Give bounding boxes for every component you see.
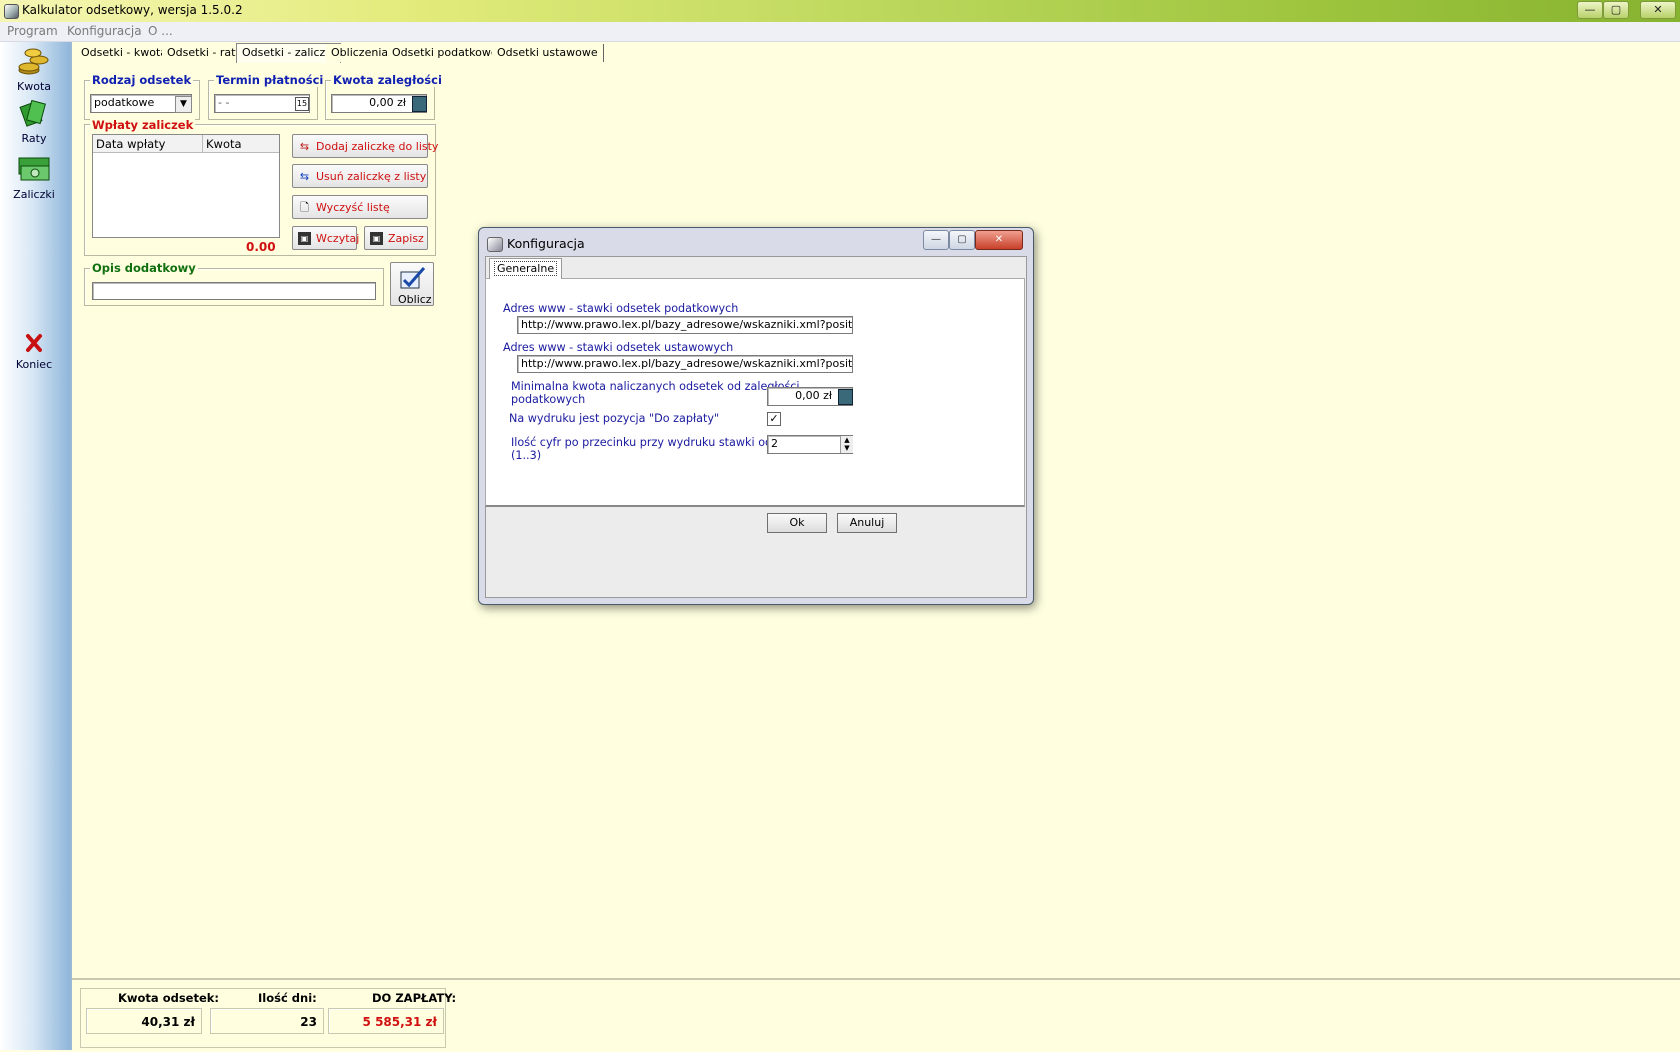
kwota-odsetek-value: 40,31 zł — [86, 1008, 202, 1034]
clear-list-button[interactable]: 🗋 Wyczyść listę — [292, 195, 428, 219]
remove-zaliczka-button[interactable]: ⇆ Usuń zaliczkę z listy — [292, 164, 428, 188]
dialog-icon — [487, 237, 503, 252]
oblicz-label: Oblicz — [398, 293, 432, 306]
tab-odsetki-zaliczki[interactable]: Odsetki - zaliczki — [236, 43, 341, 64]
ilosc-dni-label: Ilość dni: — [258, 991, 317, 1005]
app-icon — [4, 4, 19, 19]
tab-obliczenia[interactable]: Obliczenia — [326, 44, 395, 62]
ustawowe-url-label: Adres www - stawki odsetek ustawowych — [503, 341, 734, 354]
status-bar: Kwota odsetek: Ilość dni: DO ZAPŁATY: 40… — [72, 978, 1680, 1052]
tab-generalne-label: Generalne — [494, 261, 558, 276]
tool-label: Koniec — [15, 358, 53, 371]
close-x-icon — [26, 334, 42, 352]
min-kwota-label: Minimalna kwota naliczanych odsetek od z… — [511, 380, 800, 393]
tool-zaliczki[interactable]: Zaliczki — [6, 154, 62, 201]
remove-zaliczka-label: Usuń zaliczkę z listy — [316, 170, 427, 183]
ilosc-dni-value: 23 — [210, 1008, 324, 1034]
podatkowe-url-value: http://www.prawo.lex.pl/bazy_adresowe/ws… — [521, 318, 853, 331]
kwota-title: Kwota zaległości — [331, 73, 444, 87]
dialog-title: Konfiguracja — [507, 236, 585, 251]
podatkowe-url-label: Adres www - stawki odsetek podatkowych — [503, 302, 739, 315]
tab-odsetki-kwota[interactable]: Odsetki - kwota — [76, 44, 173, 62]
tool-raty[interactable]: Raty — [6, 98, 62, 145]
cyfry-value: 2 — [771, 437, 778, 450]
tool-label: Zaliczki — [13, 188, 55, 201]
podatkowe-url-field[interactable]: http://www.prawo.lex.pl/bazy_adresowe/ws… — [517, 316, 853, 334]
list-header-kwota[interactable]: Kwota — [203, 135, 279, 153]
menu-konfiguracja[interactable]: Konfiguracja — [67, 24, 142, 38]
title-bar: Kalkulator odsetkowy, wersja 1.5.0.2 — ▢… — [0, 0, 1680, 23]
wydruk-checkbox[interactable]: ✓ — [767, 412, 781, 426]
wplaty-title: Wpłaty zaliczek — [90, 118, 196, 132]
save-floppy-icon: ▣ — [370, 232, 383, 245]
tab-generalne[interactable]: Generalne — [489, 258, 563, 279]
clear-list-label: Wyczyść listę — [316, 201, 390, 214]
opis-field[interactable] — [92, 282, 376, 300]
min-kwota-value: 0,00 zł — [795, 389, 832, 402]
maximize-button[interactable]: ▢ — [1603, 1, 1629, 19]
termin-value: - - — [218, 96, 230, 109]
close-button[interactable]: ✕ — [1640, 1, 1676, 19]
minimize-button[interactable]: — — [1577, 1, 1603, 19]
dialog-close-button[interactable]: ✕ — [975, 230, 1023, 250]
opis-title: Opis dodatkowy — [90, 261, 198, 275]
oblicz-button[interactable]: Oblicz — [390, 262, 434, 306]
dialog-maximize-button[interactable]: ▢ — [949, 230, 975, 250]
dialog-minimize-button[interactable]: — — [923, 230, 949, 250]
money-stack-icon — [19, 99, 46, 127]
add-to-list-icon: ⇆ — [299, 140, 310, 153]
tool-label: Raty — [21, 132, 47, 145]
load-label: Wczytaj — [316, 232, 360, 245]
konfiguracja-dialog: Konfiguracja — ▢ ✕ Generalne Adres www -… — [478, 227, 1034, 605]
kwota-value: 0,00 zł — [369, 96, 406, 109]
wydruk-label: Na wydruku jest pozycja "Do zapłaty" — [509, 412, 720, 425]
spinner-arrows-icon[interactable]: ▲ ▼ — [840, 436, 853, 453]
window-title: Kalkulator odsetkowy, wersja 1.5.0.2 — [22, 3, 243, 17]
sum-value: 0.00 — [246, 240, 276, 254]
add-zaliczka-button[interactable]: ⇆ Dodaj zaliczkę do listy — [292, 134, 438, 158]
chevron-down-icon[interactable]: ▼ — [175, 96, 192, 113]
kwota-odsetek-label: Kwota odsetek: — [118, 991, 220, 1005]
calendar-icon[interactable]: 15 — [295, 97, 309, 111]
ok-button[interactable]: Ok — [767, 513, 827, 533]
calculator-icon[interactable] — [412, 96, 427, 112]
wplaty-list[interactable]: Data wpłaty Kwota — [92, 134, 280, 238]
load-button[interactable]: ▣ Wczytaj — [292, 226, 360, 250]
document-icon: 🗋 — [300, 201, 309, 214]
ustawowe-url-field[interactable]: http://www.prawo.lex.pl/bazy_adresowe/ws… — [517, 355, 853, 373]
anuluj-button[interactable]: Anuluj — [837, 513, 897, 533]
rodzaj-title: Rodzaj odsetek — [90, 73, 194, 87]
checkmark-icon — [400, 267, 426, 289]
banknotes-icon — [18, 157, 50, 181]
tool-panel: Kwota Raty Zaliczki Koniec — [0, 42, 72, 1050]
do-zaplaty-value: 5 585,31 zł — [328, 1008, 444, 1034]
tool-label: Kwota — [17, 80, 51, 93]
add-zaliczka-label: Dodaj zaliczkę do listy — [316, 140, 439, 153]
menu-about[interactable]: O ... — [148, 24, 173, 38]
termin-title: Termin płatności — [214, 73, 326, 87]
rodzaj-value: podatkowe — [94, 96, 155, 109]
menu-program[interactable]: Program — [7, 24, 58, 38]
coins-icon — [18, 48, 49, 75]
tool-koniec[interactable]: Koniec — [6, 332, 62, 371]
cyfry-label: Ilość cyfr po przecinku przy wydruku sta… — [511, 436, 803, 449]
ustawowe-url-value: http://www.prawo.lex.pl/bazy_adresowe/ws… — [521, 357, 853, 370]
min-kwota-label-2: podatkowych — [511, 393, 586, 406]
menu-bar: Program Konfiguracja O ... — [0, 22, 1680, 42]
tool-kwota[interactable]: Kwota — [6, 46, 62, 93]
calculator-icon[interactable] — [838, 389, 853, 405]
load-floppy-icon: ▣ — [298, 232, 311, 245]
cyfry-label-2: (1..3) — [511, 449, 542, 462]
tab-odsetki-ustawowe[interactable]: Odsetki ustawowe — [492, 44, 604, 62]
save-button[interactable]: ▣ Zapisz — [364, 226, 428, 250]
list-header-data[interactable]: Data wpłaty — [93, 135, 203, 153]
tab-odsetki-podatkowe[interactable]: Odsetki podatkowe — [387, 44, 504, 62]
save-label: Zapisz — [388, 232, 424, 245]
do-zaplaty-label: DO ZAPŁATY: — [372, 991, 457, 1005]
remove-from-list-icon: ⇆ — [299, 170, 310, 183]
